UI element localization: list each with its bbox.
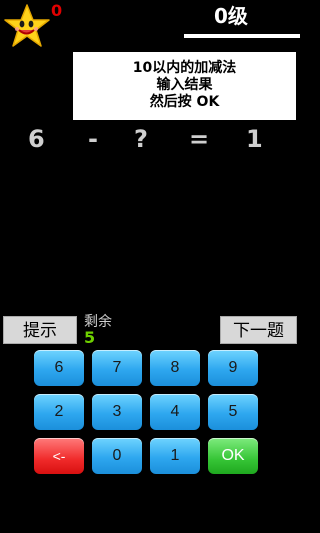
instruction-line-3: 然后按 OK <box>149 94 220 110</box>
equation-unknown: ? <box>134 125 148 153</box>
backspace-button[interactable]: <- <box>34 438 84 474</box>
remaining-count: 5 <box>84 328 96 347</box>
level-label: 0级 <box>214 4 248 28</box>
key-6[interactable]: 6 <box>34 350 84 386</box>
key-2[interactable]: 2 <box>34 394 84 430</box>
hint-button[interactable]: 提示 <box>3 316 77 344</box>
next-question-button[interactable]: 下一题 <box>220 316 297 344</box>
key-1[interactable]: 1 <box>150 438 200 474</box>
equation-result: 1 <box>246 125 263 153</box>
star-mascot-icon <box>4 4 50 47</box>
level-underline <box>184 34 300 38</box>
key-3[interactable]: 3 <box>92 394 142 430</box>
key-0[interactable]: 0 <box>92 438 142 474</box>
instruction-box: 10以内的加减法 输入结果 然后按 OK <box>73 52 296 120</box>
ok-button[interactable]: OK <box>208 438 258 474</box>
key-7[interactable]: 7 <box>92 350 142 386</box>
score-counter: 0 <box>51 1 63 20</box>
key-5[interactable]: 5 <box>208 394 258 430</box>
instruction-line-1: 10以内的加减法 <box>132 60 237 76</box>
equation: 6 - ? = 1 <box>0 124 300 156</box>
key-9[interactable]: 9 <box>208 350 258 386</box>
key-4[interactable]: 4 <box>150 394 200 430</box>
instruction-line-2: 输入结果 <box>156 77 213 93</box>
key-8[interactable]: 8 <box>150 350 200 386</box>
equation-equals: = <box>189 125 210 153</box>
equation-left-operand: 6 <box>28 125 45 153</box>
equation-operator: - <box>88 125 98 153</box>
